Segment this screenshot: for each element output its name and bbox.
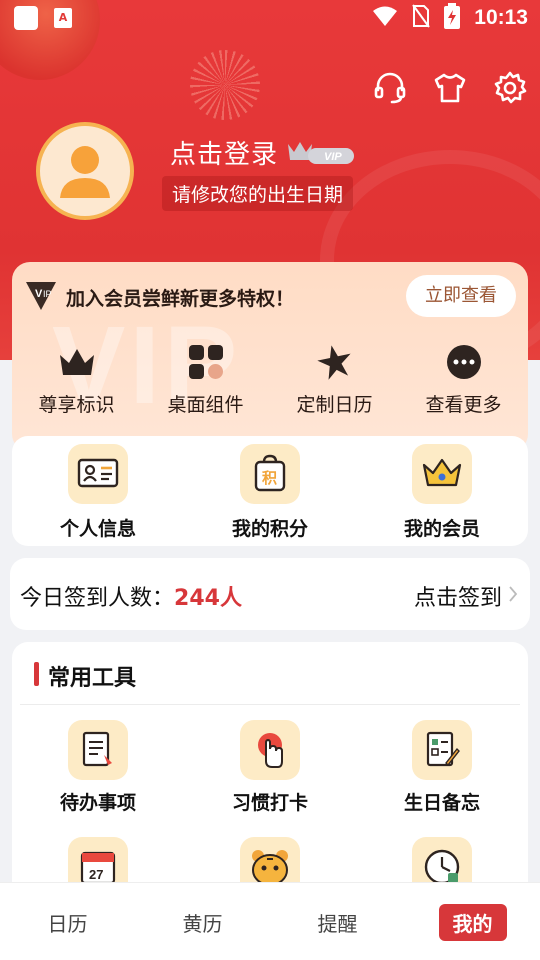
headset-icon[interactable] [372,70,408,106]
crown-icon [57,342,97,382]
clock-time: 10:13 [474,6,528,29]
checkin-action-label: 点击签到 [413,586,502,611]
tool-item-label: 习惯打卡 [231,792,308,814]
tool-item-todo[interactable]: 待办事项 [12,720,184,815]
vip-feature-badge[interactable]: 尊享标识 [12,342,141,417]
quick-item-profile[interactable]: 个人信息 [12,436,184,546]
svg-text:V: V [35,288,43,300]
member-crown-icon [412,444,472,504]
checkin-button[interactable]: 点击签到 [414,580,518,612]
quick-item-label: 我的积分 [231,518,308,540]
quick-item-membership[interactable]: 我的会员 [356,436,528,546]
vip-feature-widgets[interactable]: 桌面组件 [141,342,270,417]
checkin-count: 244人 [174,586,242,611]
status-bar-right: 10:13 [372,3,528,33]
tab-almanac[interactable]: 黄历 [135,883,270,960]
tab-label: 提醒 [317,911,358,936]
login-link[interactable]: 点击登录 [170,134,278,171]
todo-icon [68,720,128,780]
more-icon [444,342,484,382]
battery-charging-icon [444,3,461,33]
tool-item-habit[interactable]: 习惯打卡 [184,720,356,815]
section-accent-bar [34,662,39,686]
calendar-day-glyph: 27 [89,867,103,882]
chevron-right-icon [508,584,518,609]
birthday-memo-icon [412,720,472,780]
vip-features: 尊享标识 桌面组件 定制日历 查看更多 [12,342,528,417]
vip-badge-icon: V IP [24,280,58,312]
wifi-icon [372,5,398,31]
vip-crown-badge: VIP [286,138,356,166]
avatar[interactable] [36,122,134,220]
tab-label: 黄历 [182,911,223,936]
habit-icon [240,720,300,780]
vip-card[interactable]: VIP V IP 加入会员尝鲜新更多特权！ 立即查看 尊享标识 桌面组件 定制日历 [12,262,528,452]
status-bar: A 10:13 [0,0,540,36]
quick-item-label: 我的会员 [403,518,480,540]
tab-calendar[interactable]: 日历 [0,883,135,960]
notification-icon [14,6,38,30]
tab-mine[interactable]: 我的 [405,883,540,960]
checkin-card: 今日签到人数：244人 点击签到 [10,558,530,630]
tab-label: 日历 [47,911,88,936]
tab-label: 我的 [438,903,507,941]
vip-feature-custom-calendar[interactable]: 定制日历 [270,342,399,417]
header-actions [372,70,528,106]
quick-item-points[interactable]: 积 我的积分 [184,436,356,546]
widgets-icon [186,342,226,382]
tool-item-label: 生日备忘 [403,792,480,814]
firework-decoration [190,50,260,120]
tool-item-label: 待办事项 [59,792,136,814]
quick-access-card: 个人信息 积 我的积分 我的会员 [12,436,528,546]
vip-feature-label: 桌面组件 [167,394,244,416]
tools-grid: 待办事项 习惯打卡 生日备忘 27 [12,720,528,905]
tshirt-icon[interactable] [432,70,468,106]
points-glyph: 积 [262,469,277,487]
tab-reminder[interactable]: 提醒 [270,883,405,960]
points-bag-icon: 积 [240,444,300,504]
id-card-icon [68,444,128,504]
no-sim-icon [412,4,431,32]
checkin-label-text: 今日签到人数： [20,586,175,611]
vip-tag-text: VIP [324,151,342,163]
vip-feature-more[interactable]: 查看更多 [399,342,528,417]
app-notification-icon: A [54,8,72,28]
quick-item-label: 个人信息 [59,518,136,540]
gear-icon[interactable] [492,70,528,106]
vip-feature-label: 尊享标识 [38,394,115,416]
checkin-label: 今日签到人数：244人 [20,580,242,612]
tool-item-birthday-memo[interactable]: 生日备忘 [356,720,528,815]
tools-title: 常用工具 [48,666,137,691]
svg-text:IP: IP [43,289,52,299]
vip-feature-label: 定制日历 [296,394,373,416]
divider [20,704,520,705]
vip-feature-label: 查看更多 [425,394,502,416]
vip-view-button[interactable]: 立即查看 [406,275,516,317]
birthday-hint[interactable]: 请修改您的出生日期 [162,176,354,211]
bottom-tab-bar: 日历 黄历 提醒 我的 [0,882,540,960]
star-icon [315,342,355,382]
vip-title: 加入会员尝鲜新更多特权！ [66,288,295,310]
